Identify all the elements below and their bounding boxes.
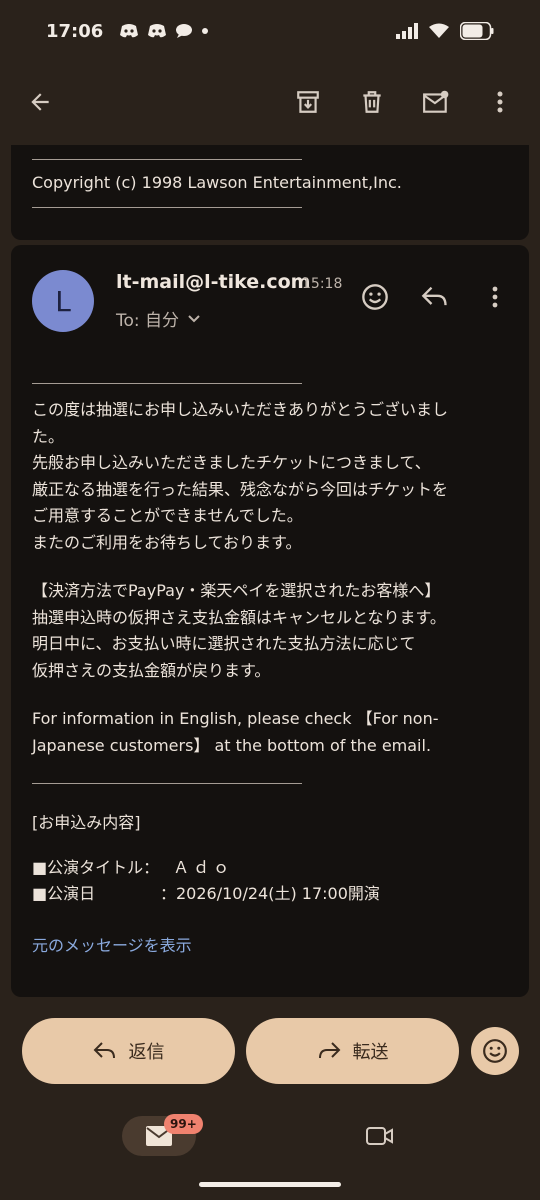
emoji-icon xyxy=(362,284,388,310)
reply-icon xyxy=(421,286,447,306)
recipient-label: To: 自分 xyxy=(116,311,180,331)
previous-message-card: Copyright (c) 1998 Lawson Entertainment,… xyxy=(11,145,529,240)
emoji-icon xyxy=(483,1039,507,1063)
delete-button[interactable] xyxy=(350,80,394,124)
copyright-text: Copyright (c) 1998 Lawson Entertainment,… xyxy=(32,173,402,192)
back-button[interactable] xyxy=(18,80,62,124)
body-paragraph-1: この度は抽選にお申し込みいただきありがとうございまし た。 先般お申し込みいただ… xyxy=(32,400,449,552)
reply-label: 返信 xyxy=(128,1042,165,1063)
body-paragraph-2: 【決済方法でPayPay・楽天ペイを選択されたお客様へ】 抽選申込時の仮押さえ支… xyxy=(32,581,446,680)
message-time: 15:18 xyxy=(302,276,343,292)
trash-icon xyxy=(363,91,381,113)
bottom-actions: 返信 転送 xyxy=(0,1018,540,1086)
dot-icon xyxy=(201,27,209,35)
gesture-bar[interactable] xyxy=(199,1182,341,1187)
detail-row: ■公演タイトル： Ａｄｏ xyxy=(32,857,234,877)
more-vert-icon xyxy=(497,91,503,113)
wifi-icon xyxy=(428,23,450,39)
app-bar xyxy=(0,62,540,142)
message-more-button[interactable] xyxy=(473,275,517,319)
discord-icon xyxy=(119,23,139,39)
status-bar: 17:06 xyxy=(0,0,540,62)
unread-badge: 99+ xyxy=(164,1114,203,1134)
react-button[interactable] xyxy=(471,1027,519,1075)
section-title: [お申込み内容] xyxy=(32,813,141,832)
signal-icon xyxy=(396,23,418,39)
mark-unread-button[interactable] xyxy=(414,80,458,124)
avatar[interactable]: L xyxy=(32,270,94,332)
battery-icon xyxy=(460,22,494,40)
details-list: ■公演タイトル： Ａｄｏ ■公演日 ：2026/10/24(土) 17:00開演 xyxy=(32,855,512,908)
forward-label: 転送 xyxy=(352,1042,389,1063)
divider xyxy=(32,207,302,208)
reply-button[interactable] xyxy=(413,275,457,319)
status-left: 17:06 xyxy=(46,21,209,42)
reply-icon xyxy=(93,1042,115,1059)
more-options-button[interactable] xyxy=(478,80,522,124)
archive-icon xyxy=(297,91,319,113)
sender-address[interactable]: lt-mail@l-tike.com xyxy=(116,271,310,293)
show-original-link[interactable]: 元のメッセージを表示 xyxy=(32,932,192,956)
forward-action-button[interactable]: 転送 xyxy=(246,1018,459,1084)
arrow-back-icon xyxy=(31,93,49,111)
add-reaction-button[interactable] xyxy=(353,275,397,319)
nav-meet-tab[interactable] xyxy=(358,1116,402,1156)
detail-row: ■公演日 ：2026/10/24(土) 17:00開演 xyxy=(32,884,380,903)
status-right xyxy=(396,22,494,40)
recipient-toggle[interactable]: To: 自分 xyxy=(116,306,201,331)
status-time: 17:06 xyxy=(46,20,104,42)
chat-bubble-icon xyxy=(175,23,193,39)
divider xyxy=(32,383,302,384)
toolbar-actions xyxy=(286,80,522,124)
bottom-nav: 99+ xyxy=(0,1100,540,1200)
divider xyxy=(32,783,302,784)
chevron-down-icon xyxy=(188,314,200,322)
more-vert-icon xyxy=(492,286,498,308)
video-camera-icon xyxy=(366,1127,393,1145)
discord-icon xyxy=(147,23,167,39)
archive-button[interactable] xyxy=(286,80,330,124)
mark-unread-icon xyxy=(423,90,449,113)
message-body: この度は抽選にお申し込みいただきありがとうございまし た。 先般お申し込みいただ… xyxy=(32,397,512,908)
reply-action-button[interactable]: 返信 xyxy=(22,1018,235,1084)
forward-icon xyxy=(318,1042,340,1059)
divider xyxy=(32,159,302,160)
message-card: L lt-mail@l-tike.com 15:18 To: 自分 この度は抽選… xyxy=(11,245,529,997)
body-paragraph-3: For information in English, please check… xyxy=(32,709,439,755)
message-actions xyxy=(353,275,517,319)
